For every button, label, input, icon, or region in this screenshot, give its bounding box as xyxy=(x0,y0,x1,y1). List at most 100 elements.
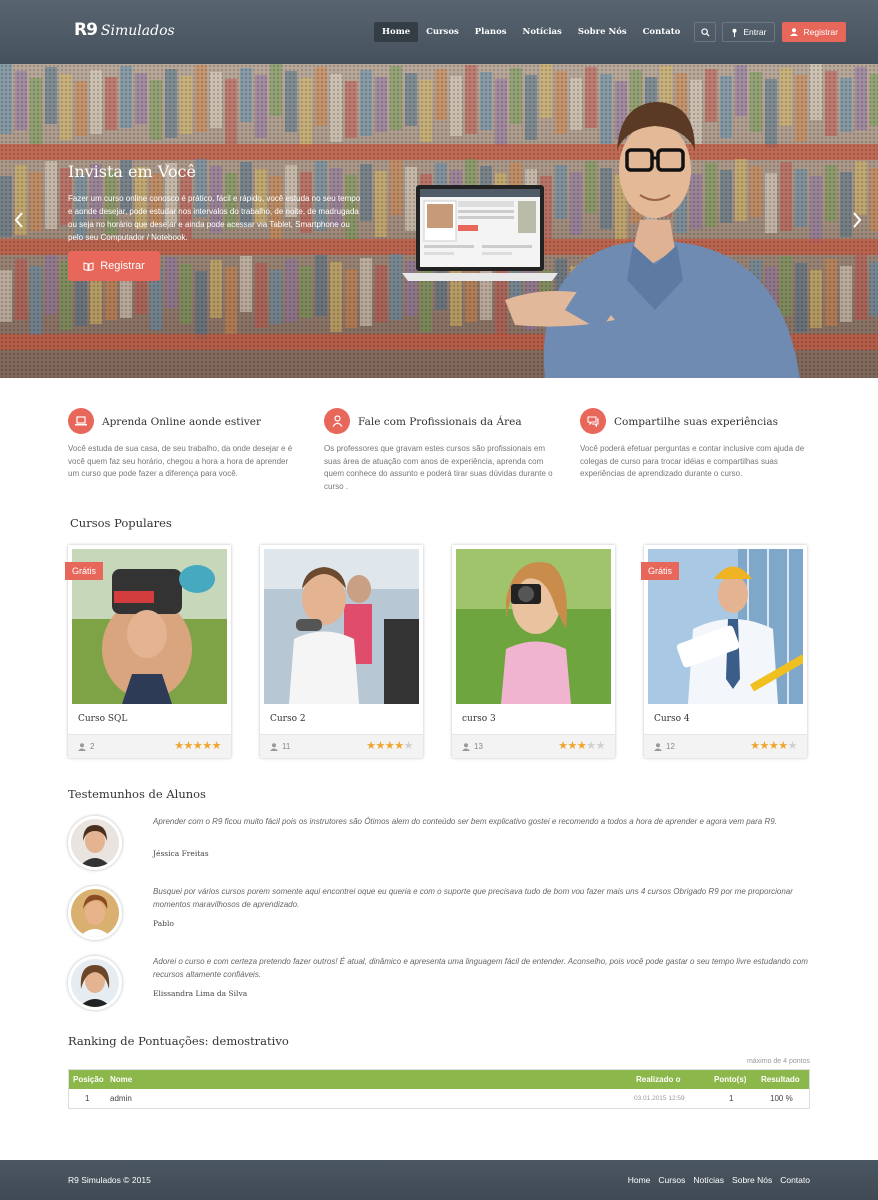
course-card[interactable]: Grátis Curso 4 12 ★★★★★ xyxy=(641,545,807,758)
star-empty-icon: ★ xyxy=(403,740,414,752)
logo[interactable]: R9 Simulados xyxy=(74,20,175,40)
course-title[interactable]: Curso 2 xyxy=(270,714,306,724)
logo-mark: R9 xyxy=(74,20,98,40)
register-button[interactable]: Registrar xyxy=(782,22,846,42)
course-users-count: 12 xyxy=(666,742,675,751)
course-rating: ★★★★★ xyxy=(558,739,605,752)
course-footer: 13 ★★★★★ xyxy=(452,734,615,758)
course-image xyxy=(456,549,611,704)
rank-points: 1 xyxy=(729,1094,734,1103)
course-footer: 2 ★★★★★ xyxy=(68,734,231,758)
copyright: R9 Simulados © 2015 xyxy=(68,1175,151,1185)
testimonial-text: Busquei por vários cursos porem somente … xyxy=(153,887,793,909)
course-title[interactable]: Curso SQL xyxy=(78,714,127,724)
register-label: Registrar xyxy=(803,27,838,37)
hero-register-label: Registrar xyxy=(100,260,145,272)
testimonial-author: Elissandra Lima da Silva xyxy=(153,989,248,998)
footer-link-home[interactable]: Home xyxy=(628,1175,651,1185)
course-title[interactable]: curso 3 xyxy=(462,714,496,724)
ranking-note: máximo de 4 pontos xyxy=(746,1058,810,1065)
main-nav: Home Cursos Planos Notícias Sobre Nós Co… xyxy=(374,22,846,42)
course-card[interactable]: Grátis Curso SQL 2 ★★★★★ xyxy=(65,545,231,758)
man-holding-laptop-image xyxy=(505,80,805,378)
course-image xyxy=(264,549,419,704)
course-users-count: 2 xyxy=(90,742,95,751)
ranking-header-row: Posição Nome Realizado o Ponto(s) Result… xyxy=(69,1070,809,1089)
book-icon xyxy=(83,261,94,271)
column-header: Resultado xyxy=(761,1075,800,1084)
footer-link-sobre[interactable]: Sobre Nós xyxy=(732,1175,772,1185)
feature-text: Os professores que gravam estes cursos s… xyxy=(324,444,553,491)
pin-icon xyxy=(732,28,737,37)
login-label: Entrar xyxy=(743,27,767,37)
course-title[interactable]: Curso 4 xyxy=(654,714,690,724)
course-rating: ★★★★★ xyxy=(174,739,221,752)
avatar xyxy=(68,956,122,1010)
nav-contato[interactable]: Contato xyxy=(635,22,689,42)
professional-icon xyxy=(324,408,350,434)
courses-title: Cursos Populares xyxy=(70,516,172,530)
free-badge: Grátis xyxy=(65,562,104,580)
star-icon: ★★★★ xyxy=(366,740,404,752)
rank-name: admin xyxy=(110,1094,132,1103)
user-icon xyxy=(270,742,278,751)
login-button[interactable]: Entrar xyxy=(722,22,776,42)
course-card[interactable]: Curso 2 11 ★★★★★ xyxy=(260,545,423,758)
hero-text: Fazer um curso online conosco é prático,… xyxy=(68,194,361,242)
nav-home[interactable]: Home xyxy=(374,22,419,42)
feature-title: Aprenda Online aonde estiver xyxy=(102,416,261,428)
footer-link-cursos[interactable]: Cursos xyxy=(658,1175,685,1185)
course-rating: ★★★★★ xyxy=(366,739,413,752)
feature-title: Fale com Profissionais da Área xyxy=(358,416,522,428)
search-icon xyxy=(701,27,710,37)
course-users: 11 xyxy=(270,742,290,751)
chevron-right-icon xyxy=(853,212,862,228)
site-header: R9 Simulados Home Cursos Planos Notícias … xyxy=(0,0,878,64)
feature-title: Compartilhe suas experiências xyxy=(614,416,779,428)
ranking-title: Ranking de Pontuações: demostrativo xyxy=(68,1034,289,1048)
column-header: Realizado o xyxy=(636,1075,681,1084)
star-empty-icon: ★ xyxy=(787,740,798,752)
nav-planos[interactable]: Planos xyxy=(467,22,515,42)
user-icon xyxy=(790,28,799,36)
column-header: Ponto(s) xyxy=(714,1075,747,1084)
search-button[interactable] xyxy=(694,22,717,42)
slider-prev-arrow[interactable] xyxy=(14,212,24,233)
slider-next-arrow[interactable] xyxy=(852,212,862,233)
testimonial-text: Aprender com o R9 ficou muito fácil pois… xyxy=(153,817,777,826)
feature-text: Você poderá efetuar perguntas e contar i… xyxy=(580,444,805,478)
testimonial-author: Jéssica Freitas xyxy=(153,849,209,858)
user-icon xyxy=(78,742,86,751)
course-users-count: 13 xyxy=(474,742,483,751)
hero-register-button[interactable]: Registrar xyxy=(68,251,160,281)
footer-link-noticias[interactable]: Notícias xyxy=(693,1175,724,1185)
course-users-count: 11 xyxy=(282,742,291,751)
footer-nav: Home Cursos Notícias Sobre Nós Contato xyxy=(628,1175,810,1185)
course-footer: 12 ★★★★★ xyxy=(644,734,807,758)
avatar xyxy=(68,816,122,870)
course-rating: ★★★★★ xyxy=(750,739,797,752)
laptop-icon xyxy=(68,408,94,434)
user-icon xyxy=(654,742,662,751)
hero-title: Invista em Você xyxy=(68,162,196,181)
user-icon xyxy=(462,742,470,751)
nav-sobre[interactable]: Sobre Nós xyxy=(570,22,635,42)
avatar xyxy=(68,886,122,940)
course-users: 12 xyxy=(654,742,675,751)
table-row: 1 admin 03.01.2015 12:59 1 100 % xyxy=(69,1089,809,1108)
testimonial-author: Pablo xyxy=(153,919,174,928)
course-card[interactable]: curso 3 13 ★★★★★ xyxy=(452,545,615,758)
hero-slider: Invista em Você Fazer um curso online co… xyxy=(0,64,878,378)
column-header: Posição xyxy=(73,1075,104,1084)
testimonials-title: Testemunhos de Alunos xyxy=(68,787,206,801)
free-badge: Grátis xyxy=(641,562,680,580)
star-empty-icon: ★★ xyxy=(586,740,605,752)
footer-link-contato[interactable]: Contato xyxy=(780,1175,810,1185)
star-icon: ★★★ xyxy=(558,740,587,752)
nav-noticias[interactable]: Notícias xyxy=(515,22,570,42)
testimonial-text: Adorei o curso e com certeza pretendo fa… xyxy=(153,957,808,979)
rank-position: 1 xyxy=(85,1094,90,1103)
nav-cursos[interactable]: Cursos xyxy=(418,22,467,42)
rank-result: 100 % xyxy=(770,1094,793,1103)
course-users: 2 xyxy=(78,742,94,751)
